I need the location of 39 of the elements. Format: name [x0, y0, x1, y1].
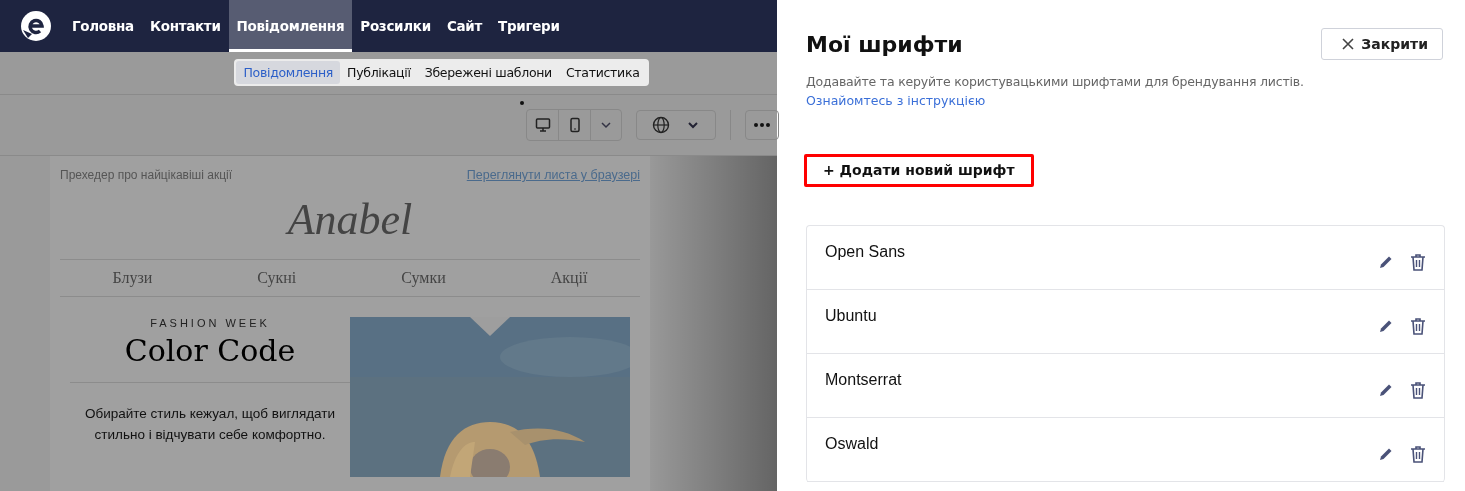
- email-menu-link[interactable]: Акції: [550, 269, 588, 287]
- font-name: Montserrat: [825, 370, 902, 390]
- trash-icon[interactable]: [1410, 380, 1426, 399]
- trash-icon[interactable]: [1410, 444, 1426, 463]
- sub-tab[interactable]: Повідомлення: [236, 61, 341, 84]
- preheader-text: Прехедер про найцікавіші акції: [60, 168, 233, 182]
- nav-tab[interactable]: Повідомлення: [228, 0, 353, 52]
- close-icon: [1342, 38, 1355, 50]
- close-button[interactable]: Закрити: [1321, 28, 1443, 60]
- email-menu-link[interactable]: Сукні: [257, 269, 297, 287]
- font-name: Ubuntu: [825, 306, 877, 326]
- monitor-icon: [534, 117, 551, 133]
- trash-icon[interactable]: [1410, 252, 1426, 271]
- nav-tab[interactable]: Контакти: [141, 0, 229, 52]
- brand-logo: Anabel: [284, 194, 414, 246]
- email-menu-link[interactable]: Сумки: [401, 269, 446, 287]
- globe-icon: [652, 116, 670, 134]
- nav-tab[interactable]: Розсилки: [352, 0, 439, 52]
- logo-icon: [20, 10, 52, 42]
- nav-tab[interactable]: Сайт: [438, 0, 490, 52]
- add-font-button[interactable]: + Додати новий шрифт: [804, 154, 1034, 187]
- email-heading: Color Code: [123, 333, 297, 368]
- instructions-link[interactable]: Ознайомтесь з інструкцією: [806, 93, 986, 108]
- indicator-dot: [520, 101, 524, 105]
- sub-tab[interactable]: Статистика: [558, 61, 647, 84]
- panel-title: Мої шрифти: [806, 31, 963, 57]
- nav-tab[interactable]: Головна: [64, 0, 142, 52]
- font-name: Open Sans: [825, 242, 906, 262]
- font-name: Oswald: [825, 434, 879, 454]
- more-icon: [753, 122, 771, 128]
- email-menu-link[interactable]: Блузи: [112, 269, 153, 287]
- nav-tab[interactable]: Тригери: [490, 0, 568, 52]
- sub-tab[interactable]: Збережені шаблони: [417, 61, 559, 84]
- panel-description: Додавайте та керуйте користувацькими шрифтами для брендування листів.: [806, 74, 1304, 89]
- sub-tab[interactable]: Публікації: [340, 61, 418, 84]
- email-paragraph: Обирайте стиль кежуал, щоб виглядати стильно і відчувати себе комфортно.: [83, 405, 337, 444]
- language-button[interactable]: [636, 110, 716, 140]
- trash-icon[interactable]: [1410, 316, 1426, 335]
- kicker-text: FASHION WEEK: [149, 317, 271, 329]
